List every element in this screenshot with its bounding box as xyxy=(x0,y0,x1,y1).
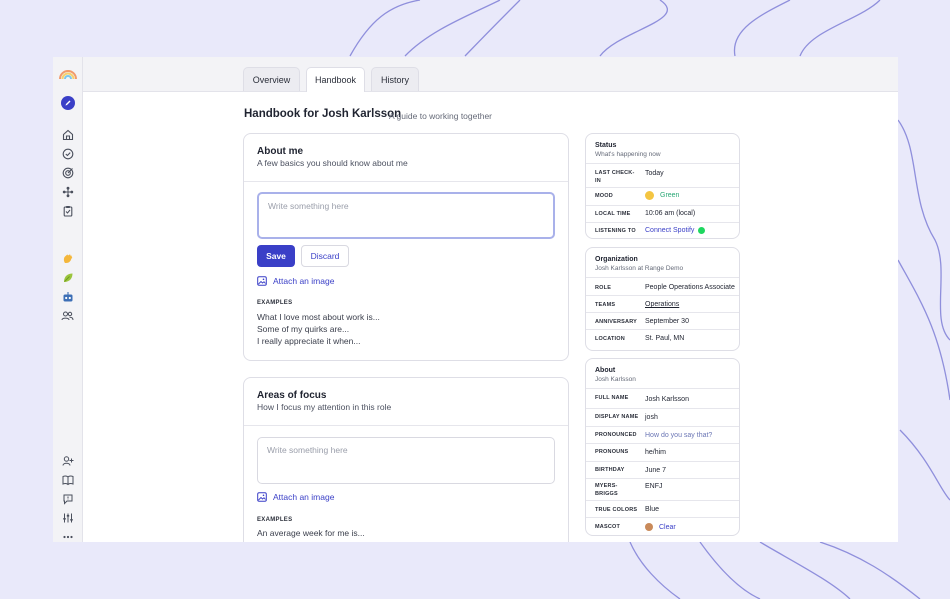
areas-of-focus-title: Areas of focus xyxy=(257,390,327,401)
about-me-title: About me xyxy=(257,146,304,157)
attach-image-label: Attach an image xyxy=(273,276,335,286)
status-row-listening-to: LISTENING TO Connect Spotify xyxy=(586,222,739,240)
target-icon[interactable] xyxy=(60,165,75,180)
examples-label: EXAMPLES xyxy=(257,517,293,523)
about-me-card: About me A few basics you should know ab… xyxy=(243,133,569,361)
more-icon[interactable] xyxy=(60,529,75,542)
example-line: I really appreciate it when... xyxy=(257,336,361,346)
network-icon[interactable] xyxy=(60,184,75,199)
save-button[interactable]: Save xyxy=(257,245,295,267)
tab-overview[interactable]: Overview xyxy=(243,67,300,91)
sliders-icon[interactable] xyxy=(60,510,75,525)
status-card: Status What's happening now LAST CHECK-I… xyxy=(585,133,740,239)
example-line: Some of my quirks are... xyxy=(257,324,350,334)
sidebar-rail xyxy=(53,57,83,542)
feedback-icon[interactable] xyxy=(60,491,75,506)
areas-of-focus-card: Areas of focus How I focus my attention … xyxy=(243,377,569,542)
robot-icon[interactable] xyxy=(60,289,75,304)
areas-of-focus-input[interactable]: Write something here xyxy=(257,437,555,484)
about-card: About Josh Karlsson FULL NAME Josh Karls… xyxy=(585,358,740,536)
about-subtitle: Josh Karlsson xyxy=(595,376,636,383)
about-row-full-name: FULL NAME Josh Karlsson xyxy=(586,388,739,409)
compose-pencil-icon[interactable] xyxy=(60,95,75,110)
tab-bar: Overview Handbook History xyxy=(83,57,898,92)
pronounced-input[interactable]: How do you say that? xyxy=(645,432,712,439)
organization-subtitle: Josh Karlsson at Range Demo xyxy=(595,265,684,272)
about-row-mascot: MASCOT Clear xyxy=(586,517,739,537)
connect-spotify-link[interactable]: Connect Spotify xyxy=(645,227,706,234)
about-row-true-colors: TRUE COLORS Blue xyxy=(586,500,739,518)
mood-value: Green xyxy=(660,192,680,199)
app-window: Overview Handbook History Handbook for J… xyxy=(53,57,898,542)
home-icon[interactable] xyxy=(60,127,75,142)
card-divider xyxy=(244,181,568,182)
example-line: What I love most about work is... xyxy=(257,312,380,322)
org-row-teams: TEAMS Operations xyxy=(586,295,739,313)
status-subtitle: What's happening now xyxy=(595,151,661,158)
clear-mascot-link[interactable]: Clear xyxy=(659,524,676,531)
mascot-icon xyxy=(645,523,653,531)
clipboard-icon[interactable] xyxy=(60,203,75,218)
waving-hand-icon[interactable] xyxy=(60,251,75,266)
tab-history[interactable]: History xyxy=(371,67,419,91)
spotify-icon xyxy=(698,227,706,234)
page-subtitle: A guide to working together xyxy=(389,111,493,121)
about-title: About xyxy=(595,367,616,374)
status-row-last-check-in: LAST CHECK-IN Today xyxy=(586,163,739,187)
logo-rainbow-icon[interactable] xyxy=(59,67,77,82)
check-circle-icon[interactable] xyxy=(60,146,75,161)
image-icon xyxy=(257,492,267,502)
about-row-myers-briggs: MYERS-BRIGGS ENFJ xyxy=(586,478,739,501)
smiley-icon xyxy=(645,191,654,200)
about-me-subtitle: A few basics you should know about me xyxy=(257,158,408,168)
about-me-input[interactable]: Write something here xyxy=(257,192,555,239)
examples-label: EXAMPLES xyxy=(257,300,293,306)
example-line: An average week for me is... xyxy=(257,528,365,538)
about-row-birthday: BIRTHDAY June 7 xyxy=(586,461,739,479)
status-row-mood: MOOD Green xyxy=(586,187,739,205)
status-title: Status xyxy=(595,142,617,149)
about-row-pronouns: PRONOUNS he/him xyxy=(586,443,739,461)
attach-image-label: Attach an image xyxy=(273,492,335,502)
people-icon[interactable] xyxy=(60,308,75,323)
org-row-anniversary: ANNIVERSARY September 30 xyxy=(586,312,739,330)
leaf-icon[interactable] xyxy=(60,270,75,285)
attach-image-link[interactable]: Attach an image xyxy=(257,492,334,502)
organization-title: Organization xyxy=(595,256,638,263)
discard-button[interactable]: Discard xyxy=(301,245,349,267)
about-row-display-name: DISPLAY NAME josh xyxy=(586,408,739,426)
card-divider xyxy=(244,425,568,426)
teams-link[interactable]: Operations xyxy=(645,301,679,308)
page-title: Handbook for Josh Karlsson xyxy=(244,108,402,120)
status-row-local-time: LOCAL TIME 10:06 am (local) xyxy=(586,205,739,223)
organization-card: Organization Josh Karlsson at Range Demo… xyxy=(585,247,740,351)
book-icon[interactable] xyxy=(60,472,75,487)
tab-handbook[interactable]: Handbook xyxy=(306,67,365,92)
about-row-pronounced: PRONOUNCED How do you say that? xyxy=(586,426,739,444)
image-icon xyxy=(257,276,267,286)
org-row-location: LOCATION St. Paul, MN xyxy=(586,329,739,347)
areas-of-focus-subtitle: How I focus my attention in this role xyxy=(257,402,392,412)
attach-image-link[interactable]: Attach an image xyxy=(257,276,334,286)
add-user-icon[interactable] xyxy=(60,453,75,468)
org-row-role: ROLE People Operations Associate xyxy=(586,277,739,296)
